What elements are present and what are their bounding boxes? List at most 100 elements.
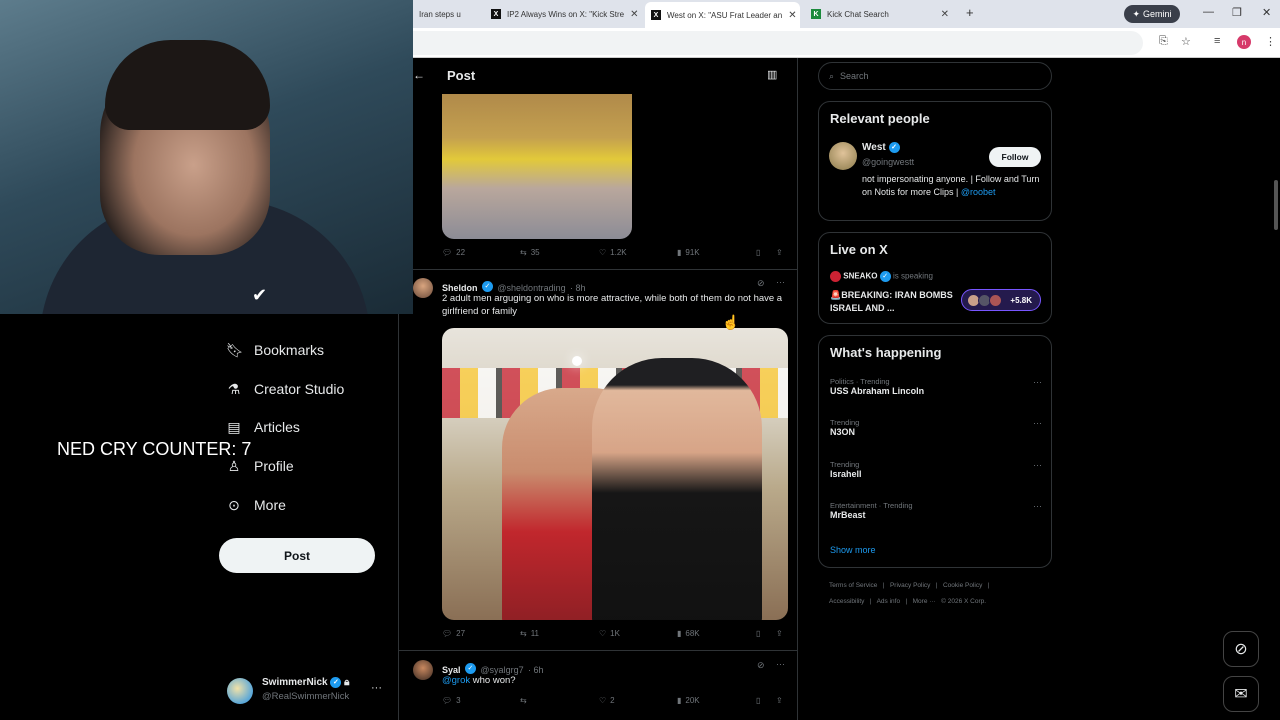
flask-icon: ⚗ xyxy=(227,380,241,397)
nav-item-more[interactable]: ⊙ More xyxy=(226,493,286,517)
browser-tab[interactable]: Iran steps u xyxy=(413,4,485,24)
avatar[interactable] xyxy=(413,660,433,680)
grok-icon[interactable]: ⊘ xyxy=(757,278,765,289)
repost-button[interactable]: ⇆ xyxy=(520,696,531,705)
trend-item[interactable]: Politics · Trending USS Abraham Lincoln … xyxy=(830,377,1042,396)
repost-icon: ⇆ xyxy=(520,629,527,638)
trend-category: Entertainment · Trending xyxy=(830,501,913,510)
mention-link[interactable]: @grok xyxy=(442,675,470,686)
address-field[interactable] xyxy=(413,31,1143,55)
trend-item[interactable]: Entertainment · Trending MrBeast ··· xyxy=(830,501,1042,520)
tweet-video-1[interactable] xyxy=(442,94,632,239)
avatar[interactable] xyxy=(829,142,857,170)
footer-link-terms[interactable]: Terms of Service xyxy=(829,582,877,589)
kebab-menu-icon[interactable]: ⋮ xyxy=(1265,35,1276,48)
avatar[interactable] xyxy=(413,278,433,298)
browser-tab-active[interactable]: X West on X: "ASU Frat Leader an ✕ xyxy=(645,2,800,28)
footer-link-accessibility[interactable]: Accessibility xyxy=(829,598,864,605)
install-icon[interactable]: ⎘ xyxy=(1159,35,1168,48)
back-arrow-icon[interactable]: ← xyxy=(413,68,425,82)
search-icon: ⌕ xyxy=(829,70,835,81)
close-icon[interactable]: ✕ xyxy=(941,9,949,20)
thread-header: ← Post ▥ xyxy=(399,58,797,94)
reply-button[interactable]: 💬︎ 3 xyxy=(442,696,461,705)
grok-button[interactable]: ⊘ xyxy=(1223,631,1259,667)
nav-item-bookmarks[interactable]: 🔖︎ Bookmarks xyxy=(226,338,324,362)
trend-category: Politics · Trending xyxy=(830,377,890,386)
listeners-pill[interactable]: +5.8K xyxy=(961,289,1041,311)
more-dots-icon[interactable]: ··· xyxy=(1033,501,1042,511)
share-icon: ⇪ xyxy=(776,696,783,705)
like-button[interactable]: ♡ 1K xyxy=(599,629,620,638)
share-icon: ⇪ xyxy=(776,248,783,257)
footer-link-cookie[interactable]: Cookie Policy xyxy=(943,582,982,589)
share-button[interactable]: ⇪ xyxy=(776,629,783,638)
messages-button[interactable]: ✉ xyxy=(1223,676,1259,712)
footer-link-privacy[interactable]: Privacy Policy xyxy=(890,582,930,589)
nav-item-articles[interactable]: ▤ Articles xyxy=(226,415,300,439)
share-button[interactable]: ⇪ xyxy=(776,696,783,705)
footer-link-ads[interactable]: Ads info xyxy=(877,598,901,605)
like-button[interactable]: ♡ 2 xyxy=(599,696,615,705)
more-dots-icon[interactable]: ··· xyxy=(1033,377,1042,387)
person-handle[interactable]: @goingwestt xyxy=(862,157,914,167)
browser-tab[interactable]: K Kick Chat Search ✕ xyxy=(805,4,955,24)
minimize-icon[interactable]: — xyxy=(1203,6,1214,18)
gemini-button[interactable]: ✦ Gemini xyxy=(1124,5,1180,23)
tweet-actions-2: 💬︎ 27 ⇆ 11 ♡ 1K ▮ 68K ▯ ⇪ xyxy=(442,629,792,643)
repost-button[interactable]: ⇆ 35 xyxy=(520,248,540,257)
webcam-overlay: ✔ xyxy=(0,0,413,314)
host-name[interactable]: SNEAKO xyxy=(843,272,877,281)
close-window-icon[interactable]: ✕ xyxy=(1262,6,1271,19)
space-headline[interactable]: 🚨BREAKING: IRAN BOMBS ISRAEL AND ... xyxy=(830,289,955,315)
more-dots-icon[interactable]: ··· xyxy=(1033,460,1042,470)
hoodie-logo-icon: ✔ xyxy=(252,285,268,305)
share-button[interactable]: ⇪ xyxy=(776,248,783,257)
views-button[interactable]: ▮ 91K xyxy=(677,248,700,257)
heart-icon: ♡ xyxy=(599,696,607,705)
bookmark-button[interactable]: ▯ xyxy=(756,629,760,638)
listener-avatar xyxy=(989,294,1002,307)
cry-counter-overlay: NED CRY COUNTER: 7 xyxy=(57,439,252,459)
grok-icon[interactable]: ⊘ xyxy=(757,660,765,671)
footer-link-more[interactable]: More ··· xyxy=(913,598,936,605)
scrollbar[interactable] xyxy=(1274,180,1278,230)
post-button[interactable]: Post xyxy=(219,538,375,573)
views-button[interactable]: ▮ 68K xyxy=(677,629,700,638)
more-dots-icon[interactable]: ··· xyxy=(776,659,785,669)
reply-button[interactable]: 💬︎ 22 xyxy=(442,248,465,257)
star-icon[interactable]: ☆ xyxy=(1181,35,1191,48)
maximize-icon[interactable]: ❐ xyxy=(1232,6,1242,19)
bio-link[interactable]: @roobet xyxy=(961,187,996,197)
views-button[interactable]: ▮ 20K xyxy=(677,696,700,705)
profile-avatar[interactable]: n xyxy=(1237,35,1251,49)
more-dots-icon[interactable]: ··· xyxy=(371,682,382,694)
close-icon[interactable]: ✕ xyxy=(788,10,796,21)
tweet-video-2[interactable] xyxy=(442,328,788,620)
reader-icon[interactable]: ▥ xyxy=(767,68,777,81)
envelope-icon: ✉ xyxy=(1234,686,1248,703)
reply-button[interactable]: 💬︎ 27 xyxy=(442,629,465,638)
bookmark-button[interactable]: ▯ xyxy=(756,696,760,705)
follow-button[interactable]: Follow xyxy=(989,147,1041,167)
trend-item[interactable]: Trending Israhell ··· xyxy=(830,460,1042,479)
person-name[interactable]: West xyxy=(862,142,886,153)
search-input[interactable]: ⌕ Search xyxy=(818,62,1052,90)
bookmark-button[interactable]: ▯ xyxy=(756,248,760,257)
new-tab-button[interactable]: + xyxy=(966,5,974,20)
show-more-link[interactable]: Show more xyxy=(830,545,876,555)
more-dots-icon[interactable]: ··· xyxy=(1033,418,1042,428)
media-icon[interactable]: ≡ xyxy=(1214,35,1220,47)
browser-tab[interactable]: X IP2 Always Wins on X: "Kick Stre ✕ xyxy=(485,4,643,24)
timestamp[interactable]: · 6h xyxy=(528,665,544,675)
account-switcher[interactable]: SwimmerNick ✓ 🔒︎ @RealSwimmerNick ··· xyxy=(227,676,387,706)
x-logo-icon: X xyxy=(491,9,501,19)
nav-item-creator-studio[interactable]: ⚗ Creator Studio xyxy=(226,377,345,401)
reply-icon: 💬︎ xyxy=(442,696,453,705)
more-dots-icon[interactable]: ··· xyxy=(776,277,785,287)
repost-button[interactable]: ⇆ 11 xyxy=(520,629,539,638)
like-button[interactable]: ♡ 1.2K xyxy=(599,248,627,257)
webcam-person-hair xyxy=(105,40,270,130)
trend-item[interactable]: Trending N3ON ··· xyxy=(830,418,1042,437)
close-icon[interactable]: ✕ xyxy=(630,9,638,20)
